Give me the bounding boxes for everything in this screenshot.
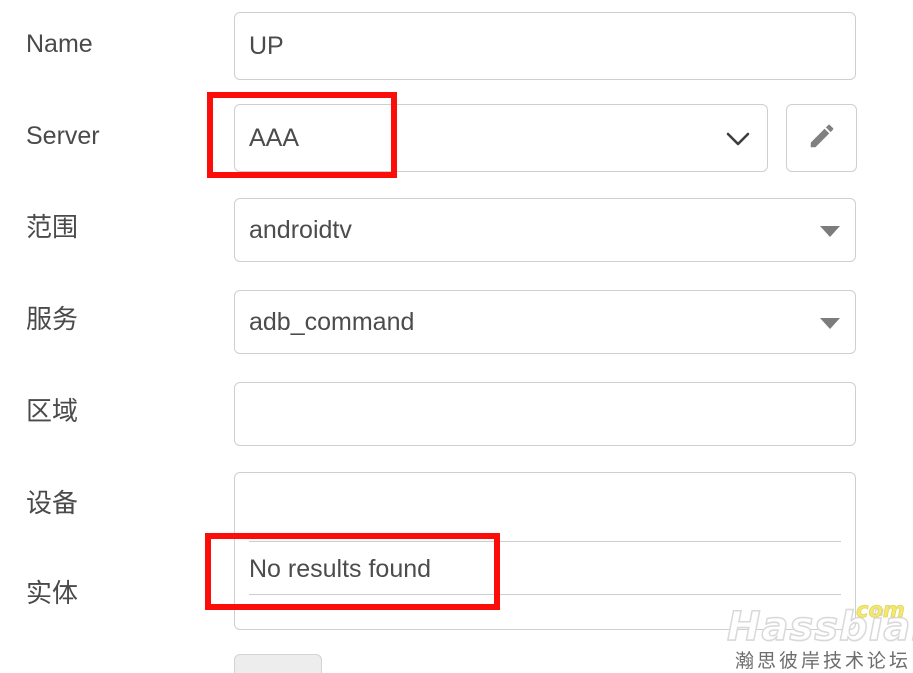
automation-action-form: Name UP Server AAA 范围 androidtv 服务 adb_c… (0, 0, 913, 673)
watermark-subtitle: 瀚思彼岸技术论坛 (735, 651, 912, 672)
service-select-value: adb_command (249, 308, 415, 336)
server-select-value: AAA (249, 124, 300, 152)
pencil-icon (807, 121, 837, 156)
label-name: Name (26, 30, 93, 58)
form-row-name: Name UP (0, 0, 913, 92)
caret-down-icon[interactable] (819, 316, 841, 335)
label-device: 设备 (26, 488, 79, 518)
area-select[interactable] (234, 382, 856, 446)
label-entity: 实体 (26, 578, 79, 608)
form-row-area: 区域 (0, 368, 913, 460)
label-server: Server (26, 122, 100, 150)
entity-no-results-message: No results found (249, 555, 432, 583)
panel-separator-bottom (249, 594, 841, 595)
name-input-value: UP (249, 32, 284, 60)
name-input[interactable]: UP (234, 12, 856, 80)
caret-down-icon[interactable] (819, 224, 841, 243)
chevron-down-icon[interactable] (725, 129, 751, 154)
service-select[interactable]: adb_command (234, 290, 856, 354)
label-area: 区域 (26, 396, 79, 426)
scope-select[interactable]: androidtv (234, 198, 856, 262)
form-row-scope: 范围 androidtv (0, 184, 913, 276)
label-scope: 范围 (26, 212, 79, 242)
form-row-server: Server AAA (0, 92, 913, 184)
bottom-partial-chip[interactable] (234, 654, 322, 673)
edit-server-button[interactable] (786, 104, 857, 172)
scope-select-value: androidtv (249, 216, 352, 244)
panel-separator-top (249, 541, 841, 542)
server-select[interactable]: AAA (234, 104, 768, 172)
entity-combobox-panel[interactable]: No results found (234, 472, 856, 630)
label-service: 服务 (26, 304, 79, 334)
form-row-service: 服务 adb_command (0, 276, 913, 368)
